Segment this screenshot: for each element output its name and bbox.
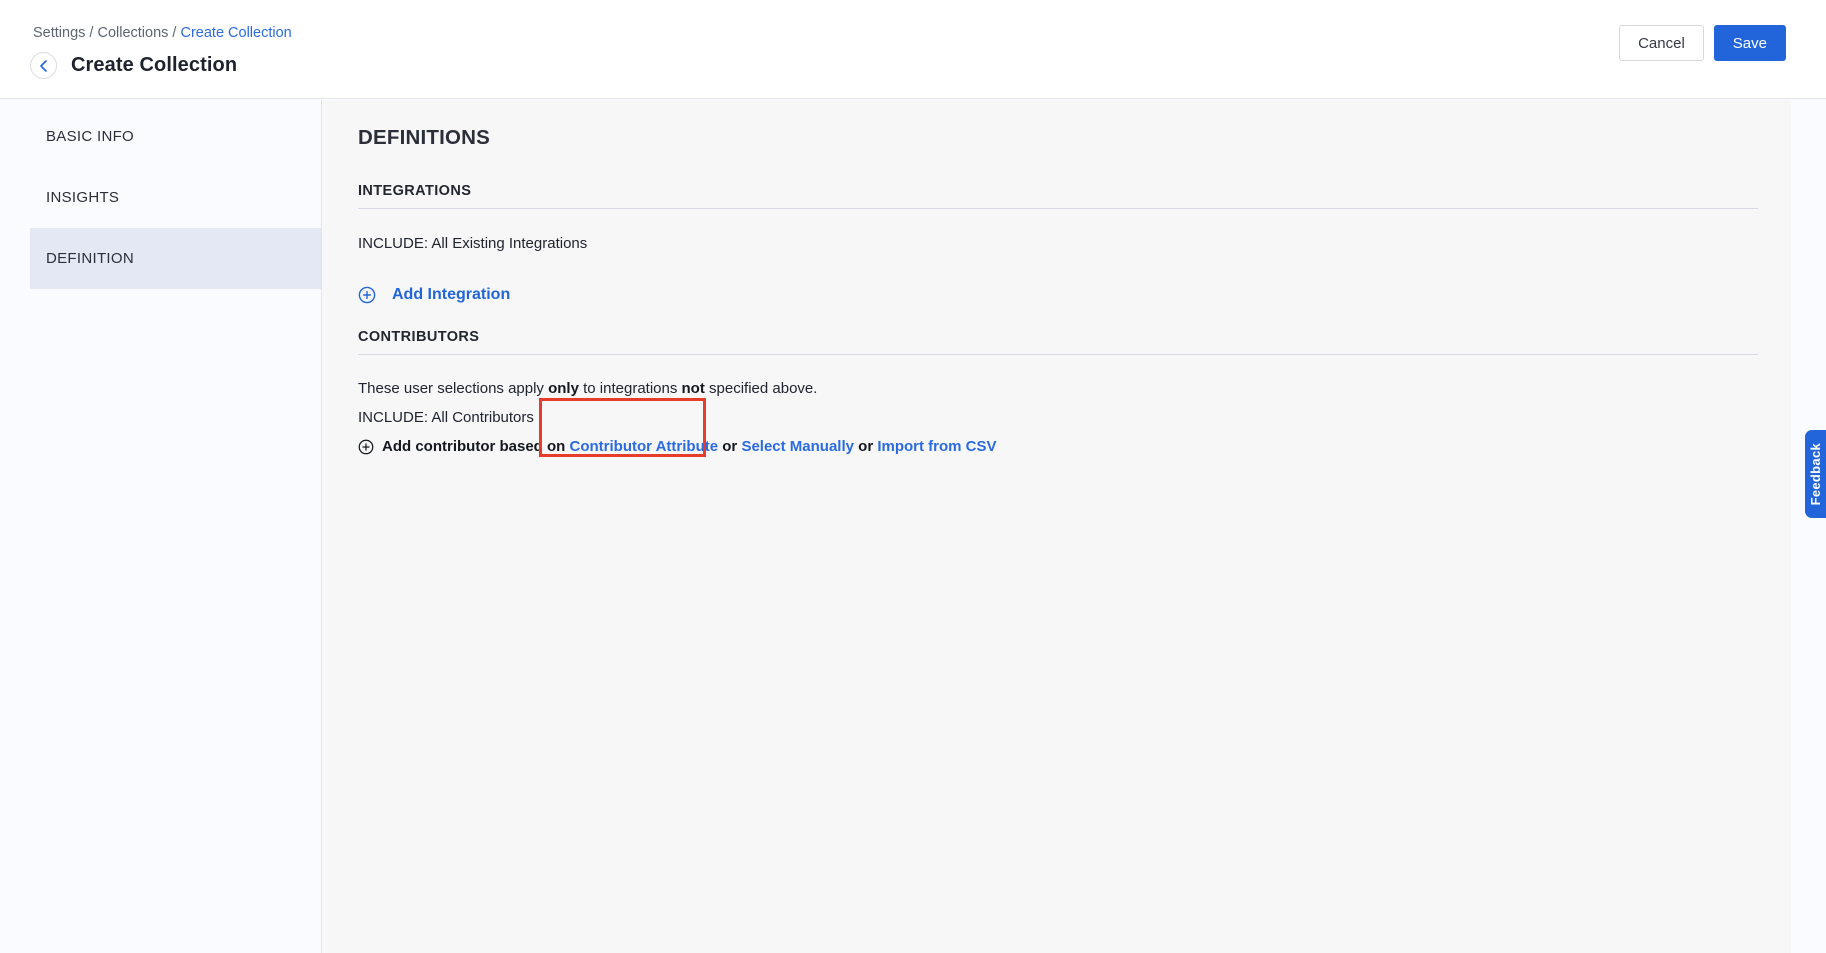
cancel-button[interactable]: Cancel bbox=[1619, 25, 1704, 61]
note-bold-only: only bbox=[548, 380, 579, 397]
add-contributor-text: Add contributor based on Contributor Att… bbox=[382, 438, 997, 455]
note-bold-not: not bbox=[682, 380, 705, 397]
sidebar-item-insights[interactable]: INSIGHTS bbox=[30, 167, 321, 228]
or-text: or bbox=[718, 438, 741, 455]
add-integration-button[interactable]: Add Integration bbox=[358, 286, 510, 304]
note-text: These user selections apply bbox=[358, 380, 548, 397]
feedback-tab[interactable]: Feedback bbox=[1805, 430, 1826, 518]
section-title: DEFINITIONS bbox=[358, 126, 1758, 150]
contributors-note: These user selections apply only to inte… bbox=[358, 380, 1758, 397]
breadcrumb: Settings / Collections / Create Collecti… bbox=[33, 25, 292, 41]
add-integration-label: Add Integration bbox=[392, 286, 510, 304]
integrations-heading: INTEGRATIONS bbox=[358, 183, 1758, 209]
add-contributor-row: Add contributor based on Contributor Att… bbox=[358, 438, 1758, 455]
breadcrumb-path[interactable]: Settings / Collections / bbox=[33, 25, 181, 41]
or-text: or bbox=[854, 438, 877, 455]
sidebar-item-definition[interactable]: DEFINITION bbox=[30, 228, 321, 289]
add-contributor-prefix: Add contributor based on bbox=[382, 438, 570, 455]
page-title: Create Collection bbox=[71, 54, 237, 77]
select-manually-link[interactable]: Select Manually bbox=[741, 438, 854, 455]
header-actions: Cancel Save bbox=[1619, 25, 1786, 61]
note-text-suffix: specified above. bbox=[705, 380, 818, 397]
back-arrow-icon bbox=[37, 59, 51, 73]
plus-circle-icon bbox=[358, 286, 376, 304]
definition-panel: DEFINITIONS INTEGRATIONS INCLUDE: All Ex… bbox=[323, 100, 1791, 953]
feedback-tab-label: Feedback bbox=[1808, 443, 1823, 505]
back-button[interactable] bbox=[30, 52, 57, 79]
contributors-include-text: INCLUDE: All Contributors bbox=[358, 409, 1758, 426]
plus-circle-icon bbox=[358, 439, 374, 455]
import-from-csv-link[interactable]: Import from CSV bbox=[877, 438, 996, 455]
integrations-include-text: INCLUDE: All Existing Integrations bbox=[358, 235, 1758, 252]
contributor-attribute-link[interactable]: Contributor Attribute bbox=[570, 438, 719, 455]
contributors-heading: CONTRIBUTORS bbox=[358, 329, 1758, 355]
page-header: Settings / Collections / Create Collecti… bbox=[0, 0, 1826, 99]
note-text-mid: to integrations bbox=[579, 380, 682, 397]
breadcrumb-current[interactable]: Create Collection bbox=[181, 25, 292, 41]
settings-sidebar: BASIC INFO INSIGHTS DEFINITION bbox=[0, 100, 322, 953]
title-row: Create Collection bbox=[30, 52, 237, 79]
sidebar-item-basic-info[interactable]: BASIC INFO bbox=[30, 106, 321, 167]
save-button[interactable]: Save bbox=[1714, 25, 1786, 61]
